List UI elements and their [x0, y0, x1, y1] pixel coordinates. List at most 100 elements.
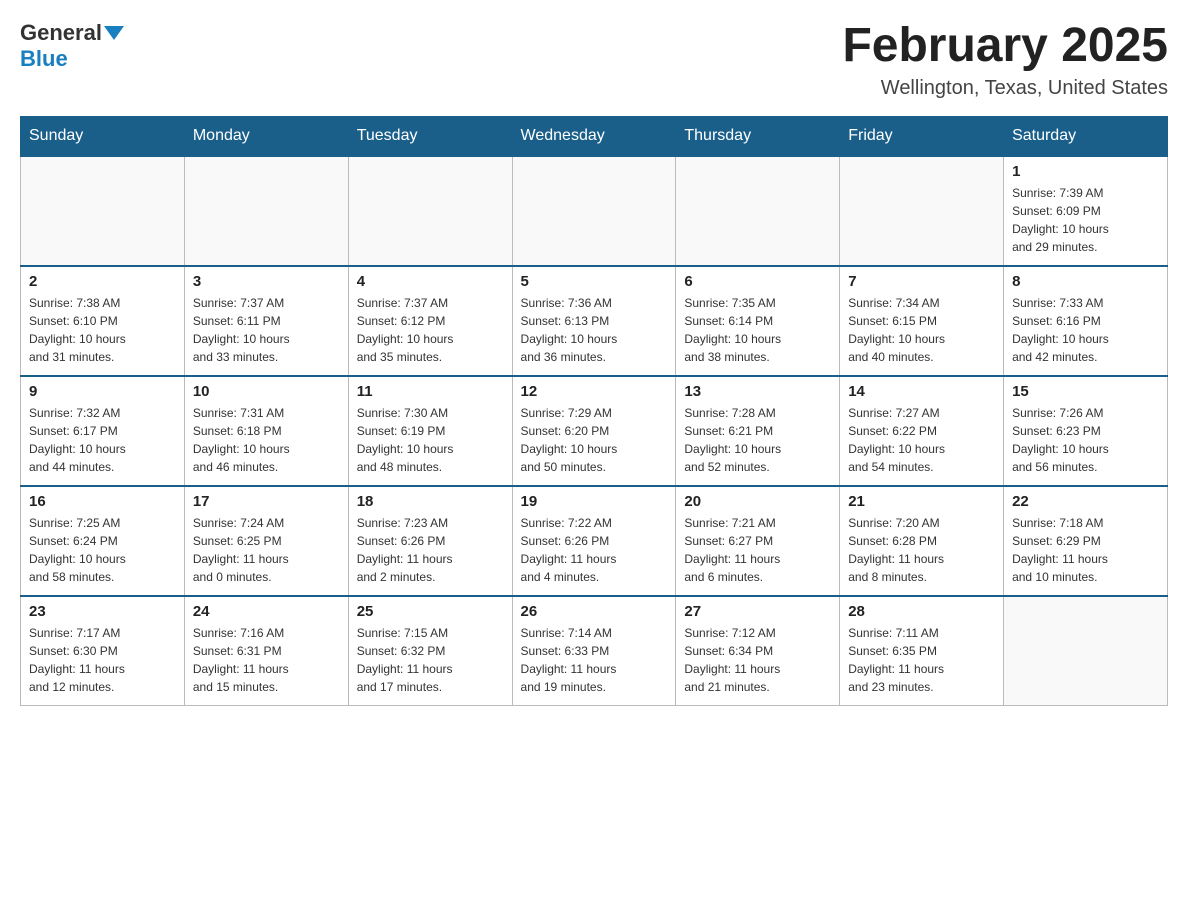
weekday-header-saturday: Saturday [1004, 116, 1168, 156]
calendar-cell: 5 Sunrise: 7:36 AMSunset: 6:13 PMDaylight… [512, 266, 676, 376]
day-number: 1 [1012, 163, 1159, 180]
calendar-cell: 22 Sunrise: 7:18 AMSunset: 6:29 PMDayligh… [1004, 486, 1168, 596]
day-info: Sunrise: 7:21 AMSunset: 6:27 PMDaylight:… [684, 514, 831, 586]
day-info: Sunrise: 7:39 AMSunset: 6:09 PMDaylight:… [1012, 184, 1159, 256]
day-info: Sunrise: 7:37 AMSunset: 6:12 PMDaylight:… [357, 294, 504, 366]
day-number: 7 [848, 273, 995, 290]
day-number: 13 [684, 383, 831, 400]
day-info: Sunrise: 7:28 AMSunset: 6:21 PMDaylight:… [684, 404, 831, 476]
day-info: Sunrise: 7:33 AMSunset: 6:16 PMDaylight:… [1012, 294, 1159, 366]
weekday-header-friday: Friday [840, 116, 1004, 156]
calendar-table: SundayMondayTuesdayWednesdayThursdayFrid… [20, 116, 1168, 707]
day-number: 17 [193, 493, 340, 510]
day-number: 8 [1012, 273, 1159, 290]
calendar-cell: 21 Sunrise: 7:20 AMSunset: 6:28 PMDayligh… [840, 486, 1004, 596]
weekday-header-thursday: Thursday [676, 116, 840, 156]
day-number: 20 [684, 493, 831, 510]
day-number: 16 [29, 493, 176, 510]
day-info: Sunrise: 7:12 AMSunset: 6:34 PMDaylight:… [684, 624, 831, 696]
day-number: 15 [1012, 383, 1159, 400]
day-info: Sunrise: 7:25 AMSunset: 6:24 PMDaylight:… [29, 514, 176, 586]
calendar-cell: 27 Sunrise: 7:12 AMSunset: 6:34 PMDayligh… [676, 596, 840, 706]
calendar-week-row: 16 Sunrise: 7:25 AMSunset: 6:24 PMDayligh… [21, 486, 1168, 596]
logo-general-text: General [20, 20, 102, 46]
day-info: Sunrise: 7:18 AMSunset: 6:29 PMDaylight:… [1012, 514, 1159, 586]
calendar-cell [21, 156, 185, 266]
day-info: Sunrise: 7:24 AMSunset: 6:25 PMDaylight:… [193, 514, 340, 586]
day-number: 2 [29, 273, 176, 290]
weekday-header-monday: Monday [184, 116, 348, 156]
calendar-cell: 13 Sunrise: 7:28 AMSunset: 6:21 PMDayligh… [676, 376, 840, 486]
day-number: 9 [29, 383, 176, 400]
day-info: Sunrise: 7:20 AMSunset: 6:28 PMDaylight:… [848, 514, 995, 586]
day-info: Sunrise: 7:22 AMSunset: 6:26 PMDaylight:… [521, 514, 668, 586]
day-info: Sunrise: 7:15 AMSunset: 6:32 PMDaylight:… [357, 624, 504, 696]
day-info: Sunrise: 7:11 AMSunset: 6:35 PMDaylight:… [848, 624, 995, 696]
calendar-cell: 9 Sunrise: 7:32 AMSunset: 6:17 PMDaylight… [21, 376, 185, 486]
logo-blue-text: Blue [20, 46, 68, 72]
day-number: 10 [193, 383, 340, 400]
day-number: 5 [521, 273, 668, 290]
day-info: Sunrise: 7:37 AMSunset: 6:11 PMDaylight:… [193, 294, 340, 366]
weekday-header-sunday: Sunday [21, 116, 185, 156]
calendar-week-row: 1 Sunrise: 7:39 AMSunset: 6:09 PMDaylight… [21, 156, 1168, 266]
calendar-cell: 10 Sunrise: 7:31 AMSunset: 6:18 PMDayligh… [184, 376, 348, 486]
day-number: 19 [521, 493, 668, 510]
calendar-cell [1004, 596, 1168, 706]
day-info: Sunrise: 7:38 AMSunset: 6:10 PMDaylight:… [29, 294, 176, 366]
calendar-cell: 2 Sunrise: 7:38 AMSunset: 6:10 PMDaylight… [21, 266, 185, 376]
calendar-cell: 8 Sunrise: 7:33 AMSunset: 6:16 PMDaylight… [1004, 266, 1168, 376]
day-info: Sunrise: 7:32 AMSunset: 6:17 PMDaylight:… [29, 404, 176, 476]
day-info: Sunrise: 7:29 AMSunset: 6:20 PMDaylight:… [521, 404, 668, 476]
calendar-cell: 23 Sunrise: 7:17 AMSunset: 6:30 PMDayligh… [21, 596, 185, 706]
calendar-cell [512, 156, 676, 266]
calendar-cell: 4 Sunrise: 7:37 AMSunset: 6:12 PMDaylight… [348, 266, 512, 376]
calendar-cell [676, 156, 840, 266]
calendar-cell: 11Sunrise: 7:30 AMSunset: 6:19 PMDayligh… [348, 376, 512, 486]
day-number: 26 [521, 603, 668, 620]
calendar-cell: 18 Sunrise: 7:23 AMSunset: 6:26 PMDayligh… [348, 486, 512, 596]
page-header: General Blue February 2025 Wellington, T… [20, 20, 1168, 100]
day-info: Sunrise: 7:23 AMSunset: 6:26 PMDaylight:… [357, 514, 504, 586]
calendar-cell [348, 156, 512, 266]
day-info: Sunrise: 7:34 AMSunset: 6:15 PMDaylight:… [848, 294, 995, 366]
weekday-header-wednesday: Wednesday [512, 116, 676, 156]
calendar-cell: 17 Sunrise: 7:24 AMSunset: 6:25 PMDayligh… [184, 486, 348, 596]
day-info: Sunrise: 7:35 AMSunset: 6:14 PMDaylight:… [684, 294, 831, 366]
month-title: February 2025 [842, 20, 1168, 73]
calendar-cell: 7 Sunrise: 7:34 AMSunset: 6:15 PMDaylight… [840, 266, 1004, 376]
day-number: 24 [193, 603, 340, 620]
calendar-cell: 16 Sunrise: 7:25 AMSunset: 6:24 PMDayligh… [21, 486, 185, 596]
calendar-cell: 20 Sunrise: 7:21 AMSunset: 6:27 PMDayligh… [676, 486, 840, 596]
calendar-cell: 6 Sunrise: 7:35 AMSunset: 6:14 PMDaylight… [676, 266, 840, 376]
day-info: Sunrise: 7:14 AMSunset: 6:33 PMDaylight:… [521, 624, 668, 696]
day-number: 23 [29, 603, 176, 620]
calendar-cell: 24 Sunrise: 7:16 AMSunset: 6:31 PMDayligh… [184, 596, 348, 706]
day-number: 12 [521, 383, 668, 400]
day-number: 22 [1012, 493, 1159, 510]
calendar-week-row: 9 Sunrise: 7:32 AMSunset: 6:17 PMDaylight… [21, 376, 1168, 486]
calendar-cell: 26 Sunrise: 7:14 AMSunset: 6:33 PMDayligh… [512, 596, 676, 706]
day-number: 14 [848, 383, 995, 400]
day-info: Sunrise: 7:31 AMSunset: 6:18 PMDaylight:… [193, 404, 340, 476]
calendar-cell: 28 Sunrise: 7:11 AMSunset: 6:35 PMDayligh… [840, 596, 1004, 706]
calendar-cell [840, 156, 1004, 266]
day-number: 3 [193, 273, 340, 290]
calendar-cell: 14Sunrise: 7:27 AMSunset: 6:22 PMDayligh… [840, 376, 1004, 486]
day-number: 28 [848, 603, 995, 620]
day-info: Sunrise: 7:16 AMSunset: 6:31 PMDaylight:… [193, 624, 340, 696]
day-number: 4 [357, 273, 504, 290]
day-number: 11 [357, 383, 504, 400]
day-number: 27 [684, 603, 831, 620]
day-number: 6 [684, 273, 831, 290]
day-number: 25 [357, 603, 504, 620]
day-number: 21 [848, 493, 995, 510]
location-text: Wellington, Texas, United States [842, 77, 1168, 100]
calendar-week-row: 2 Sunrise: 7:38 AMSunset: 6:10 PMDaylight… [21, 266, 1168, 376]
calendar-cell [184, 156, 348, 266]
day-info: Sunrise: 7:17 AMSunset: 6:30 PMDaylight:… [29, 624, 176, 696]
logo-triangle-icon [104, 26, 124, 40]
day-number: 18 [357, 493, 504, 510]
calendar-cell: 3 Sunrise: 7:37 AMSunset: 6:11 PMDaylight… [184, 266, 348, 376]
day-info: Sunrise: 7:36 AMSunset: 6:13 PMDaylight:… [521, 294, 668, 366]
